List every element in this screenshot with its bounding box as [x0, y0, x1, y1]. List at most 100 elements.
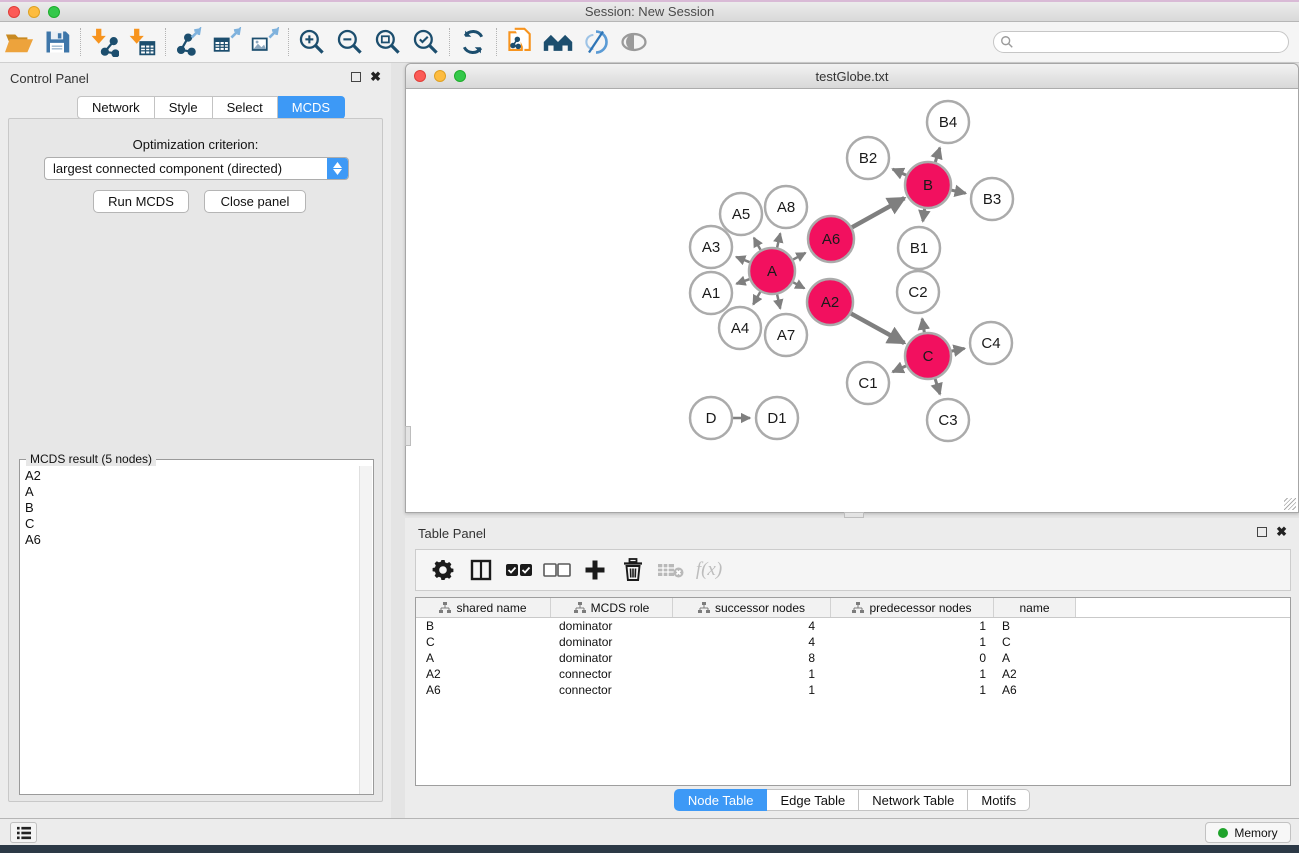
- tab-mcds[interactable]: MCDS: [278, 96, 345, 119]
- graph-node[interactable]: C4: [970, 322, 1012, 364]
- column-header-predecessor-nodes[interactable]: predecessor nodes: [831, 598, 994, 617]
- scrollbar-track[interactable]: [359, 466, 372, 794]
- graph-edge[interactable]: [777, 233, 780, 247]
- graph-node[interactable]: D: [690, 397, 732, 439]
- table-cell[interactable]: C: [994, 635, 1076, 649]
- graph-node[interactable]: C3: [927, 399, 969, 441]
- table-cell[interactable]: 4: [673, 619, 831, 633]
- graph-node[interactable]: C1: [847, 362, 889, 404]
- float-panel-icon[interactable]: [351, 72, 361, 82]
- graph-edge[interactable]: [793, 282, 804, 288]
- gear-icon[interactable]: [424, 555, 462, 585]
- table-cell[interactable]: dominator: [551, 619, 673, 633]
- graph-edge[interactable]: [736, 257, 750, 262]
- table-cell[interactable]: dominator: [551, 651, 673, 665]
- table-row[interactable]: A6connector11A6: [416, 682, 1290, 698]
- column-header-name[interactable]: name: [994, 598, 1076, 617]
- graph-node[interactable]: A8: [765, 186, 807, 228]
- graph-node[interactable]: A5: [720, 193, 762, 235]
- close-panel-icon[interactable]: ✖: [1276, 527, 1287, 537]
- graph-edge[interactable]: [777, 294, 780, 308]
- tab-network[interactable]: Network: [77, 96, 155, 119]
- graph-node[interactable]: C: [905, 333, 951, 379]
- tab-select[interactable]: Select: [213, 96, 278, 119]
- export-network-icon[interactable]: [170, 25, 208, 59]
- network-window-titlebar[interactable]: testGlobe.txt: [406, 64, 1298, 89]
- graph-node[interactable]: B1: [898, 227, 940, 269]
- graph-edge[interactable]: [736, 279, 749, 284]
- close-panel-button[interactable]: Close panel: [204, 190, 306, 213]
- table-cell[interactable]: A2: [416, 667, 551, 681]
- table-cell[interactable]: A6: [994, 683, 1076, 697]
- table-row[interactable]: Cdominator41C: [416, 634, 1290, 650]
- graph-node[interactable]: A1: [690, 272, 732, 314]
- table-row[interactable]: Adominator80A: [416, 650, 1290, 666]
- graph-node[interactable]: A7: [765, 314, 807, 356]
- export-image-icon[interactable]: [246, 25, 284, 59]
- add-column-icon[interactable]: [576, 555, 614, 585]
- memory-button[interactable]: Memory: [1205, 822, 1291, 843]
- graph-edge[interactable]: [754, 238, 761, 250]
- open-file-icon[interactable]: [0, 25, 38, 59]
- select-all-icon[interactable]: [500, 555, 538, 585]
- zoom-fit-icon[interactable]: [369, 25, 407, 59]
- graph-node[interactable]: A: [749, 248, 795, 294]
- table-cell[interactable]: 1: [831, 635, 994, 649]
- graph-edge[interactable]: [793, 253, 805, 260]
- tab-network-table[interactable]: Network Table: [859, 789, 968, 811]
- mcds-result-item[interactable]: C: [25, 516, 360, 532]
- zoom-out-icon[interactable]: [331, 25, 369, 59]
- table-cell[interactable]: 1: [831, 683, 994, 697]
- graph-edge[interactable]: [893, 366, 906, 372]
- mcds-result-item[interactable]: B: [25, 500, 360, 516]
- graph-node[interactable]: A2: [807, 279, 853, 325]
- graph-node[interactable]: C2: [897, 271, 939, 313]
- run-mcds-button[interactable]: Run MCDS: [93, 190, 189, 213]
- graph-node[interactable]: A6: [808, 216, 854, 262]
- table-row[interactable]: Bdominator41B: [416, 618, 1290, 634]
- table-cell[interactable]: A: [994, 651, 1076, 665]
- export-table-icon[interactable]: [208, 25, 246, 59]
- table-cell[interactable]: 0: [831, 651, 994, 665]
- graph-edge[interactable]: [753, 292, 760, 305]
- graph-node[interactable]: A3: [690, 226, 732, 268]
- table-cell[interactable]: C: [416, 635, 551, 649]
- table-cell[interactable]: 4: [673, 635, 831, 649]
- graph-edge[interactable]: [893, 169, 906, 175]
- table-cell[interactable]: dominator: [551, 635, 673, 649]
- graph-edge[interactable]: [935, 148, 940, 162]
- column-header-successor-nodes[interactable]: successor nodes: [673, 598, 831, 617]
- zoom-in-icon[interactable]: [293, 25, 331, 59]
- search-box[interactable]: [993, 31, 1289, 53]
- graph-node[interactable]: B2: [847, 137, 889, 179]
- network-canvas[interactable]: B4B2BB3A8A5A6A3B1AC2A1A2A4A7C4CC1DD1C3: [407, 90, 1298, 512]
- table-cell[interactable]: 1: [831, 667, 994, 681]
- eye-icon[interactable]: [615, 25, 653, 59]
- table-cell[interactable]: A2: [994, 667, 1076, 681]
- float-panel-icon[interactable]: [1257, 527, 1267, 537]
- tab-style[interactable]: Style: [155, 96, 213, 119]
- task-history-button[interactable]: [10, 822, 37, 843]
- criterion-dropdown[interactable]: largest connected component (directed): [44, 157, 349, 180]
- graph-edge[interactable]: [935, 379, 940, 394]
- table-cell[interactable]: 1: [673, 667, 831, 681]
- import-table-icon[interactable]: [123, 25, 161, 59]
- graph-node[interactable]: D1: [756, 397, 798, 439]
- column-header-mcds-role[interactable]: MCDS role: [551, 598, 673, 617]
- apply-layout-icon[interactable]: [454, 25, 492, 59]
- import-network-icon[interactable]: [85, 25, 123, 59]
- graph-edge[interactable]: [951, 190, 965, 193]
- delete-column-icon[interactable]: [614, 555, 652, 585]
- deselect-all-icon[interactable]: [538, 555, 576, 585]
- table-row[interactable]: A2connector11A2: [416, 666, 1290, 682]
- toggle-graphics-details-icon[interactable]: [577, 25, 615, 59]
- graph-node[interactable]: B: [905, 162, 951, 208]
- search-input[interactable]: [1014, 33, 1288, 51]
- table-cell[interactable]: B: [416, 619, 551, 633]
- window-resize-grip[interactable]: [1284, 498, 1296, 510]
- graph-edge[interactable]: [923, 209, 925, 222]
- graph-edge[interactable]: [851, 314, 904, 343]
- graph-edge[interactable]: [852, 198, 904, 227]
- table-cell[interactable]: connector: [551, 683, 673, 697]
- graph-node[interactable]: A4: [719, 307, 761, 349]
